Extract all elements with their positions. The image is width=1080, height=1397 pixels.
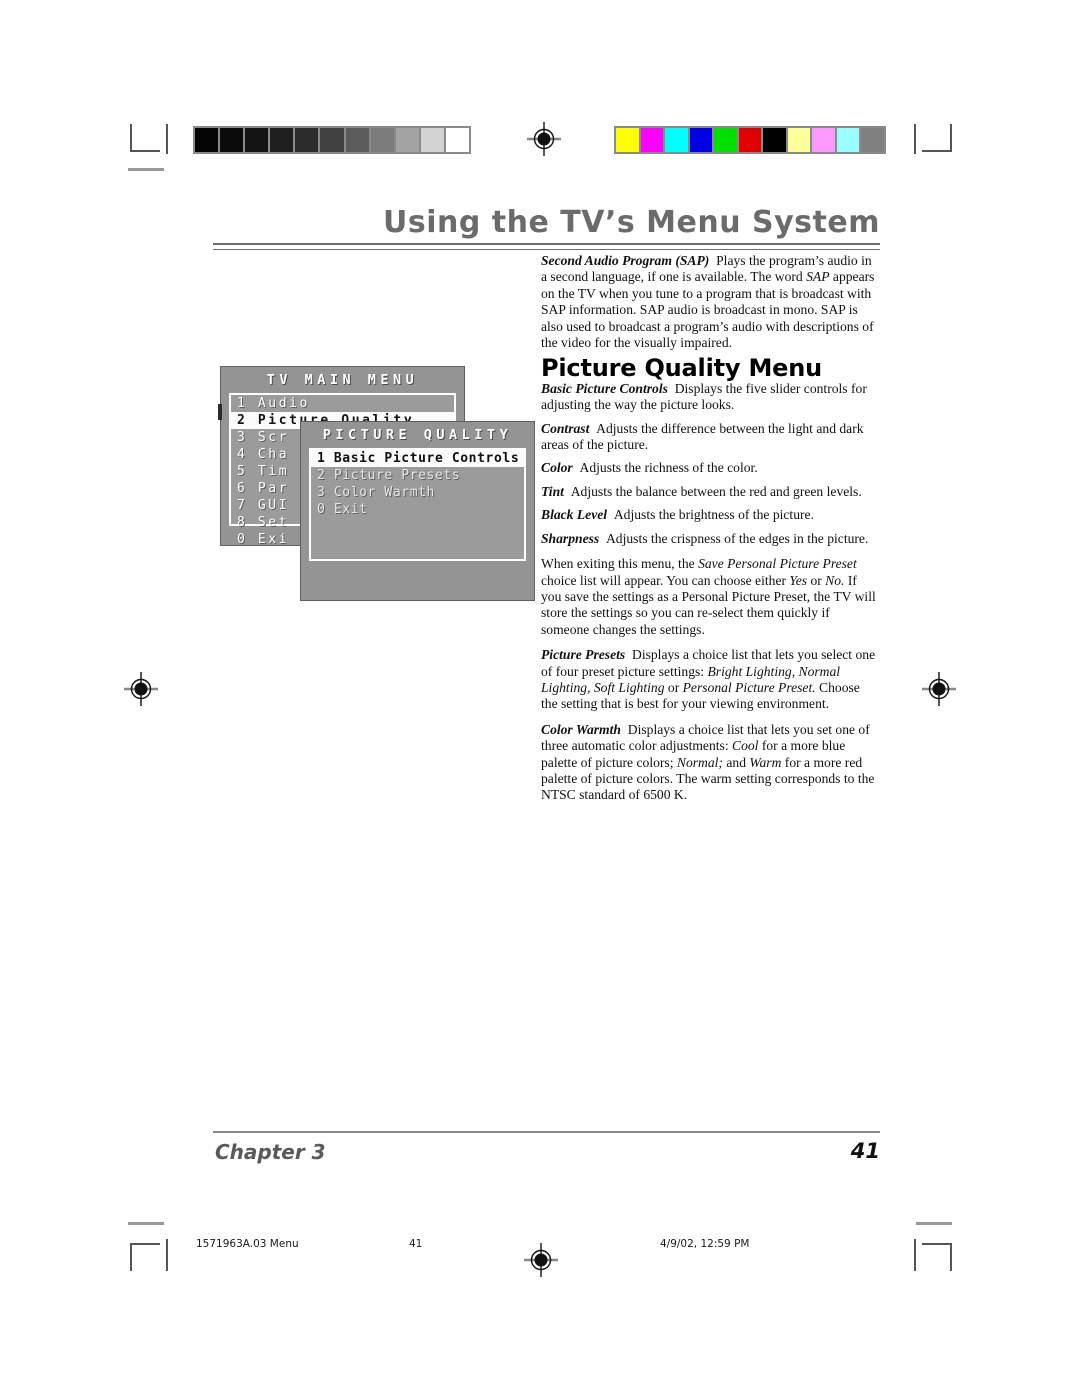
calibration-swatch [640,128,664,152]
term-sharpness: Sharpness [541,530,600,546]
calibration-swatch [714,128,737,152]
presets-text-2: or [664,679,683,695]
exit-text-1: When exiting this menu, the [541,556,699,572]
chapter-label: Chapter 3 [215,1140,326,1164]
term-black-level: Black Level [541,507,608,523]
paragraph-basic-picture-controls: Basic Picture Controls Displays the five… [541,381,877,414]
tick-mark-top-left [128,168,164,171]
crop-mark-bottom-left [130,1243,160,1271]
contrast-text: Adjusts the difference between the light… [541,420,864,453]
exit-italic-3: No. [825,572,845,588]
paragraph-sap: Second Audio Program (SAP) Plays the pro… [541,253,877,351]
print-footer-page: 41 [409,1238,423,1250]
calibration-swatch [812,128,835,152]
tv-main-menu-item-0[interactable]: 1 Audio [231,395,454,412]
calibration-swatch [295,128,319,152]
picture-quality-menu-item-1[interactable]: 2 Picture Presets [311,467,524,484]
calibration-swatch [220,128,244,152]
crop-mark-bottom-right-bar [914,1239,916,1271]
calibration-swatch [616,128,639,152]
warmth-italic-3: Warm [749,754,782,770]
picture-quality-menu-item-3[interactable]: 0 Exit [311,501,524,518]
paragraph-sharpness: Sharpness Adjusts the crispness of the e… [541,531,877,547]
calibration-swatch [665,128,688,152]
exit-italic-1: Save Personal Picture Preset [698,556,857,572]
tint-text: Adjusts the balance between the red and … [570,483,862,499]
term-color: Color [541,460,573,476]
grayscale-calibration-bar [193,126,471,154]
print-footer-document: 1571963A.03 Menu [196,1238,299,1250]
term-tint: Tint [541,483,564,499]
print-footer-timestamp: 4/9/02, 12:59 PM [660,1238,750,1250]
exit-text-2: choice list will appear. You can choose … [541,572,790,588]
body-text-column: Second Audio Program (SAP) Plays the pro… [541,253,877,811]
calibration-swatch [195,128,219,152]
crop-mark-top-right-bar [914,124,916,154]
tick-mark-bottom-left [128,1222,164,1225]
calibration-swatch [836,128,860,152]
registration-mark-top [527,122,561,156]
term-color-warmth: Color Warmth [541,721,621,737]
calibration-swatch [245,128,269,152]
chapter-divider [213,1131,880,1133]
exit-italic-2: Yes [789,572,808,588]
paragraph-color: Color Adjusts the richness of the color. [541,460,877,476]
black-level-text: Adjusts the brightness of the picture. [613,507,814,523]
calibration-swatch [763,128,786,152]
picture-quality-menu-panel: PICTURE QUALITY 1 Basic Picture Controls… [300,421,535,601]
term-sap: Second Audio Program (SAP) [541,253,710,268]
warmth-italic-1: Cool [732,738,759,754]
term-contrast: Contrast [541,420,590,436]
exit-text-3: or [807,572,826,588]
picture-quality-menu-title: PICTURE QUALITY [322,427,513,443]
calibration-swatch [345,128,369,152]
registration-mark-bottom [524,1243,558,1277]
warmth-italic-2: Normal; [676,754,723,770]
paragraph-color-warmth: Color Warmth Displays a choice list that… [541,722,877,804]
paragraph-black-level: Black Level Adjusts the brightness of th… [541,507,877,523]
term-picture-presets: Picture Presets [541,647,626,663]
crop-mark-top-left [130,124,160,152]
paragraph-save-preset: When exiting this menu, the Save Persona… [541,556,877,638]
color-text: Adjusts the richness of the color. [579,460,758,476]
calibration-swatch [738,128,762,152]
registration-mark-right [922,672,956,706]
crop-mark-top-left-bar [166,124,168,154]
crop-mark-top-right [922,124,952,152]
calibration-swatch [445,128,470,152]
calibration-swatch [320,128,344,152]
tick-mark-bottom-right [916,1222,952,1225]
color-calibration-bar [614,126,886,154]
selected-row-marker [218,404,222,420]
calibration-swatch [395,128,419,152]
sap-italic-1: SAP [806,269,830,285]
sharpness-text: Adjusts the crispness of the edges in th… [605,530,869,546]
paragraph-tint: Tint Adjusts the balance between the red… [541,484,877,500]
tv-main-menu-title: TV MAIN MENU [266,372,419,388]
calibration-swatch [420,128,444,152]
calibration-swatch [861,128,885,152]
page-title: Using the TV’s Menu System [383,205,880,240]
paragraph-contrast: Contrast Adjusts the difference between … [541,421,877,454]
section-heading-picture-quality: Picture Quality Menu [541,354,823,383]
calibration-swatch [689,128,713,152]
title-divider [213,243,880,250]
registration-mark-left [124,672,158,706]
term-basic-picture-controls: Basic Picture Controls [541,380,668,396]
calibration-swatch [787,128,811,152]
picture-quality-menu-item-0[interactable]: 1 Basic Picture Controls [311,450,524,467]
calibration-swatch [370,128,394,152]
paragraph-picture-presets: Picture Presets Displays a choice list t… [541,647,877,713]
crop-mark-bottom-left-bar [166,1239,168,1271]
crop-mark-bottom-right [922,1243,952,1271]
page-number: 41 [850,1139,880,1163]
calibration-swatch [270,128,294,152]
picture-quality-menu-item-2[interactable]: 3 Color Warmth [311,484,524,501]
picture-quality-menu-list: 1 Basic Picture Controls 2 Picture Preset… [309,448,526,561]
presets-italic-2: Personal Picture Preset. [682,679,816,695]
warmth-text-3: and [722,754,750,770]
